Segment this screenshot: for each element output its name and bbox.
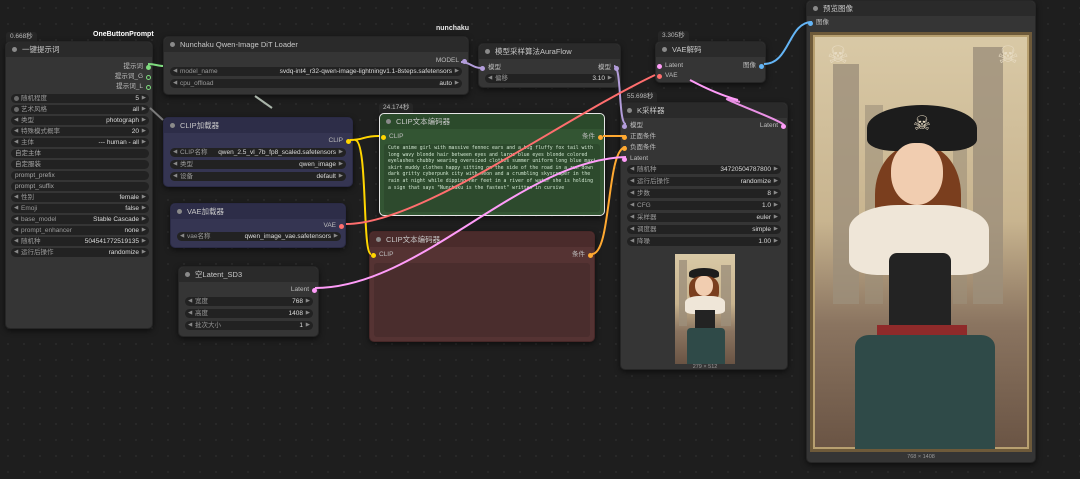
widget-vae-name[interactable]: ◀ vae名称 qwen_image_vae.safetensors ▶ bbox=[177, 232, 341, 241]
preview-image-node[interactable]: 预览图像 图像 ☠ ☠ ☠ 768 × 1408 bbox=[806, 0, 1036, 463]
image-size-caption: 768 × 1408 bbox=[907, 454, 935, 460]
widget-type[interactable]: ◀ 类型 photograph ▶ bbox=[11, 116, 149, 125]
node-title[interactable]: K采样器 bbox=[621, 103, 787, 118]
thumbnail-size-caption: 279 × 512 bbox=[692, 364, 718, 370]
widget-cfg[interactable]: ◀ CFG 1.0 ▶ bbox=[627, 201, 781, 210]
node-title[interactable]: Nunchaku Qwen-Image DiT Loader bbox=[164, 37, 468, 52]
skull-crossbones-icon: ☠ bbox=[827, 42, 849, 69]
widget-width[interactable]: ◀ 宽度 768 ▶ bbox=[185, 297, 313, 306]
input-port-model[interactable]: 模型 bbox=[621, 121, 643, 131]
execution-time-badge: 3.305秒 bbox=[658, 31, 689, 41]
generated-image-preview[interactable]: ☠ ☠ ☠ bbox=[810, 32, 1032, 452]
widget-emoji[interactable]: ◀ Emoji false ▶ bbox=[11, 204, 149, 213]
input-port-negative[interactable]: 负面条件 bbox=[621, 143, 656, 153]
node-title[interactable]: 空Latent_SD3 bbox=[179, 267, 318, 282]
input-port-positive[interactable]: 正面条件 bbox=[621, 132, 656, 142]
wire-gray-a bbox=[254, 95, 273, 109]
input-port-image[interactable]: 图像 bbox=[807, 18, 829, 28]
widget-device[interactable]: ◀ 设备 default ▶ bbox=[170, 172, 346, 181]
node-title[interactable]: 一键提示词 bbox=[6, 42, 152, 57]
empty-latent-sd3-node[interactable]: 空Latent_SD3 Latent ◀ 宽度 768 ▶ ◀ 高度 1408 ▶ ◀ 批次大… bbox=[178, 266, 319, 337]
one-button-prompt-node[interactable]: 一键提示词 提示词 提示词_G 提示词_L 随机程度 5 ▶ 艺术风格 all ▶ ◀ 类… bbox=[5, 41, 153, 329]
execution-time-badge: 24.174秒 bbox=[379, 103, 414, 113]
clip-text-encode-positive-node[interactable]: CLIP文本编码器 CLIP 条件 Cute anime girl with m… bbox=[379, 113, 605, 216]
widget-after-run[interactable]: ◀ 运行后操作 randomize ▶ bbox=[627, 177, 781, 186]
output-port-image[interactable]: 图像 bbox=[743, 61, 765, 71]
execution-time-badge: 55.698秒 bbox=[623, 92, 658, 102]
prompt-text-area[interactable]: Cute anime girl with massive fennec ears… bbox=[384, 144, 600, 212]
node-group-tag: nunchaku bbox=[436, 25, 470, 32]
widget-scheduler[interactable]: ◀ 调度器 simple ▶ bbox=[627, 225, 781, 234]
widget-custom-subject[interactable]: 自定主体 bbox=[11, 149, 149, 158]
output-port-latent[interactable]: Latent bbox=[760, 121, 787, 131]
widget-art-style[interactable]: 艺术风格 all ▶ bbox=[11, 105, 149, 114]
input-port-vae[interactable]: VAE bbox=[656, 71, 678, 81]
output-port-model[interactable]: MODEL bbox=[436, 56, 468, 66]
widget-clip-name[interactable]: ◀ CLIP名称 qwen_2.5_vl_7b_fp8_scaled.safeten… bbox=[170, 148, 346, 157]
output-port-prompt-l[interactable]: 提示词_L bbox=[116, 82, 152, 92]
widget-shift[interactable]: ◀ 偏移 3.10 ▶ bbox=[485, 74, 615, 83]
wire-clip bbox=[349, 135, 380, 141]
clip-text-encode-negative-node[interactable]: CLIP文本编码器 CLIP 条件 bbox=[369, 231, 595, 342]
widget-prompt-suffix[interactable]: prompt_suffix bbox=[11, 182, 149, 191]
node-title[interactable]: CLIP文本编码器 bbox=[370, 232, 594, 247]
skull-crossbones-icon: ☠ bbox=[997, 42, 1019, 69]
ksampler-node[interactable]: K采样器 模型 正面条件 负面条件 Latent Latent ◀ 随机种 3472… bbox=[620, 102, 788, 370]
widget-prompt-enhancer[interactable]: ◀ prompt_enhancer none ▶ bbox=[11, 226, 149, 235]
widget-subject[interactable]: ◀ 主体 --- human - all ▶ bbox=[11, 138, 149, 147]
node-title[interactable]: 预览图像 bbox=[807, 1, 1035, 16]
output-port-conditioning[interactable]: 条件 bbox=[572, 250, 594, 260]
model-sampling-auraflow-node[interactable]: 模型采样算法AuraFlow 模型 模型 ◀ 偏移 3.10 ▶ bbox=[478, 43, 621, 88]
widget-batch-size[interactable]: ◀ 批次大小 1 ▶ bbox=[185, 321, 313, 330]
vae-loader-node[interactable]: VAE加载器 VAE ◀ vae名称 qwen_image_vae.safetens… bbox=[170, 203, 346, 248]
vae-decode-node[interactable]: VAE解码 Latent VAE 图像 bbox=[655, 41, 766, 83]
node-title[interactable]: CLIP加载器 bbox=[164, 118, 352, 133]
output-port-vae[interactable]: VAE bbox=[323, 221, 345, 231]
widget-prompt-prefix[interactable]: prompt_prefix bbox=[11, 171, 149, 180]
output-port-model[interactable]: 模型 bbox=[598, 63, 620, 73]
widget-after-run[interactable]: ◀ 运行后操作 randomize ▶ bbox=[11, 248, 149, 257]
widget-seed[interactable]: ◀ 随机种 34720504787800 ▶ bbox=[627, 165, 781, 174]
output-port-prompt-g[interactable]: 提示词_G bbox=[115, 72, 152, 82]
widget-cpu-offload[interactable]: ◀ cpu_offload auto ▶ bbox=[170, 79, 462, 88]
negative-prompt-text-area[interactable] bbox=[374, 263, 590, 337]
hat-skull-icon: ☠ bbox=[913, 113, 931, 135]
node-title[interactable]: 模型采样算法AuraFlow bbox=[479, 44, 620, 59]
input-port-clip[interactable]: CLIP bbox=[380, 132, 403, 142]
input-port-latent[interactable]: Latent bbox=[656, 61, 683, 71]
node-group-tag: OneButtonPrompt bbox=[93, 31, 154, 38]
input-port-model[interactable]: 模型 bbox=[479, 63, 501, 73]
node-title[interactable]: VAE解码 bbox=[656, 42, 765, 57]
widget-steps[interactable]: ◀ 步数 8 ▶ bbox=[627, 189, 781, 198]
input-port-latent[interactable]: Latent bbox=[621, 154, 648, 164]
node-title[interactable]: CLIP文本编码器 bbox=[380, 114, 604, 129]
output-port-clip[interactable]: CLIP bbox=[329, 136, 352, 146]
widget-height[interactable]: ◀ 高度 1408 ▶ bbox=[185, 309, 313, 318]
clip-loader-node[interactable]: CLIP加载器 CLIP ◀ CLIP名称 qwen_2.5_vl_7b_fp8_s… bbox=[163, 117, 353, 187]
widget-sampler[interactable]: ◀ 采样器 euler ▶ bbox=[627, 213, 781, 222]
widget-seed[interactable]: ◀ 随机种 504541772519135 ▶ bbox=[11, 237, 149, 246]
latent-preview-thumbnail bbox=[675, 254, 735, 364]
wire-image bbox=[763, 21, 813, 65]
nunchaku-dit-loader-node[interactable]: Nunchaku Qwen-Image DiT Loader MODEL ◀ mo… bbox=[163, 36, 469, 95]
widget-custom-outfit[interactable]: 自定服装 bbox=[11, 160, 149, 169]
output-port-prompt[interactable]: 提示词 bbox=[124, 62, 153, 72]
widget-model-name[interactable]: ◀ model_name svdq-int4_r32-qwen-image-ligh… bbox=[170, 67, 462, 76]
output-port-latent[interactable]: Latent bbox=[291, 285, 318, 295]
widget-randomness[interactable]: 随机程度 5 ▶ bbox=[11, 94, 149, 103]
widget-base-model[interactable]: ◀ base_model Stable Cascade ▶ bbox=[11, 215, 149, 224]
node-title[interactable]: VAE加载器 bbox=[171, 204, 345, 219]
wire-latent-vae bbox=[689, 79, 739, 101]
input-port-clip[interactable]: CLIP bbox=[370, 250, 393, 260]
output-port-conditioning[interactable]: 条件 bbox=[582, 132, 604, 142]
widget-denoise[interactable]: ◀ 降噪 1.00 ▶ bbox=[627, 237, 781, 246]
widget-special-mode-chance[interactable]: ◀ 特殊模式概率 20 ▶ bbox=[11, 127, 149, 136]
widget-clip-type[interactable]: ◀ 类型 qwen_image ▶ bbox=[170, 160, 346, 169]
widget-gender[interactable]: ◀ 性别 female ▶ bbox=[11, 193, 149, 202]
